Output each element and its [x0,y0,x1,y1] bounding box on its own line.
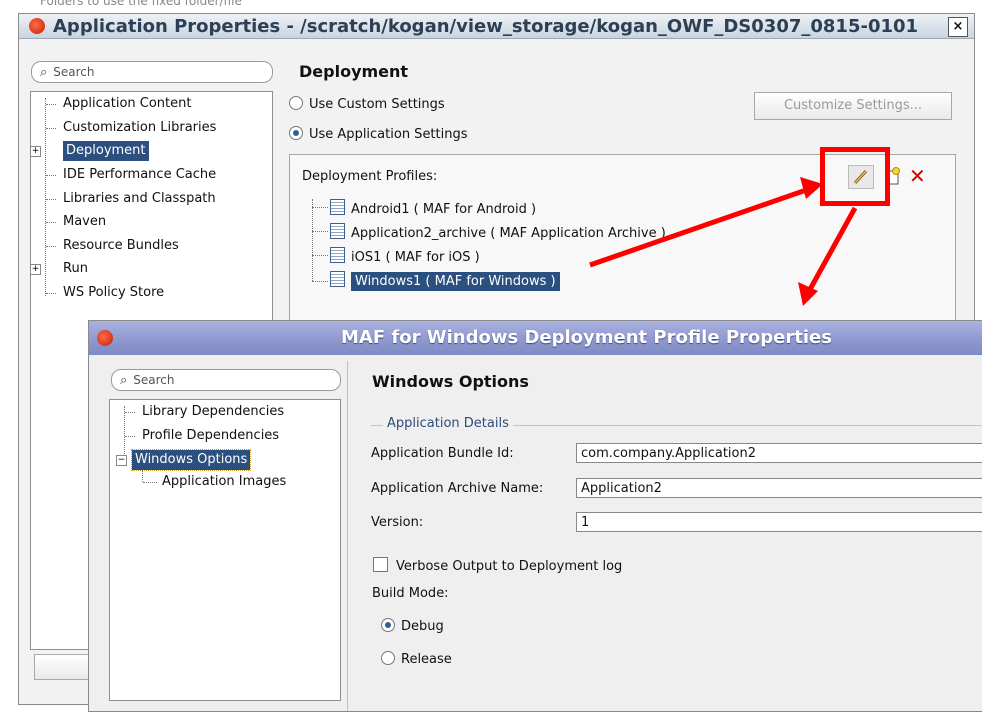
debug-radio[interactable]: Debug [381,618,444,634]
bundle-id-label: Application Bundle Id: [371,446,514,461]
nav-item-windows-options[interactable]: Windows Options [130,449,252,471]
search-input[interactable]: ⌕ Search [111,369,341,391]
arrow-head-to-dialog [798,282,818,306]
search-icon: ⌕ [120,372,128,388]
release-radio-dot[interactable] [381,651,395,665]
version-field[interactable]: 1 [576,512,982,532]
archive-name-field[interactable]: Application2 [576,478,982,498]
nav-item-profile-dependencies[interactable]: Profile Dependencies [142,426,279,446]
navigation-tree: Library Dependencies Profile Dependencie… [109,399,341,701]
verbose-output-label: Verbose Output to Deployment log [396,559,623,574]
version-label: Version: [371,515,424,530]
nav-item-library-dependencies[interactable]: Library Dependencies [142,402,284,422]
build-mode-label: Build Mode: [372,586,449,601]
maf-windows-profile-title: MAF for Windows Deployment Profile Prope… [341,327,832,348]
maf-windows-profile-titlebar: MAF for Windows Deployment Profile Prope… [89,321,982,355]
debug-radio-dot[interactable] [381,618,395,632]
arrow-line-to-box [589,185,813,268]
archive-name-label: Application Archive Name: [371,481,544,496]
debug-label: Debug [401,619,444,634]
panel-divider [347,361,348,711]
release-label: Release [401,652,452,667]
verbose-output-checkbox[interactable]: Verbose Output to Deployment log [373,557,622,574]
bundle-id-field[interactable]: com.company.Application2 [576,443,982,463]
search-placeholder: Search [133,373,175,387]
arrow-head-to-box [800,177,823,199]
arrow-line-to-dialog [805,206,858,295]
nav-item-application-images[interactable]: Application Images [162,472,286,492]
release-radio[interactable]: Release [381,651,452,667]
collapse-windows-options-icon[interactable]: − [116,455,127,466]
oracle-logo-icon [97,330,113,346]
application-details-label: Application Details [383,416,513,431]
verbose-output-checkbox-box[interactable] [373,557,388,572]
windows-options-title: Windows Options [372,372,529,391]
maf-windows-profile-dialog: MAF for Windows Deployment Profile Prope… [88,320,982,712]
